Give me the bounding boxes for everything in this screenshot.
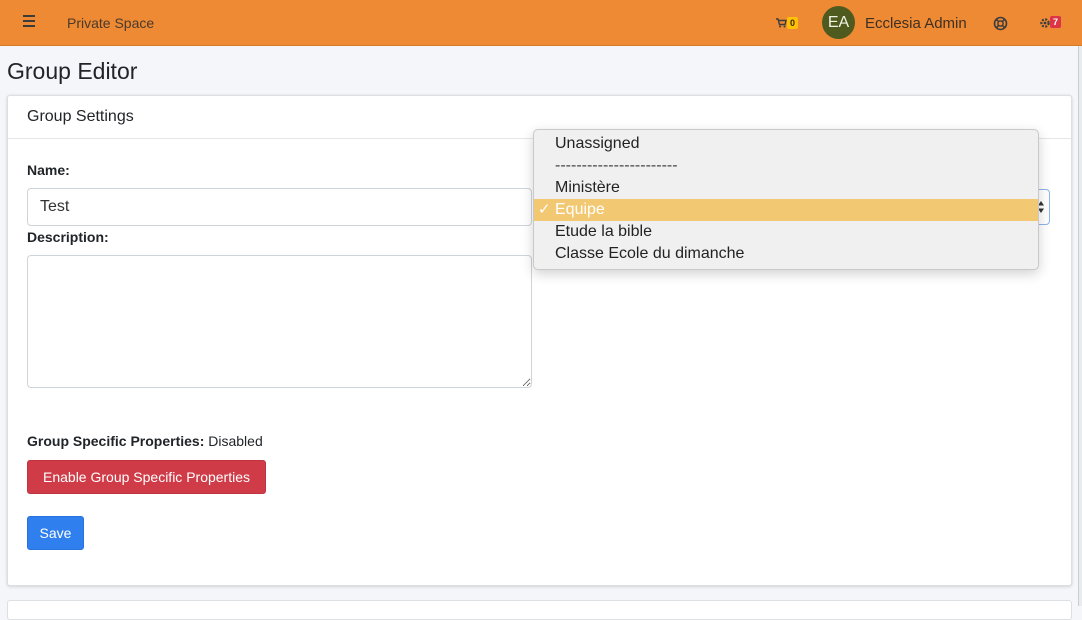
tasks-button[interactable]: 7 bbox=[1039, 15, 1069, 33]
dropdown-option-label: Equipe bbox=[555, 201, 605, 218]
cart-count-badge: 0 bbox=[787, 17, 799, 29]
dropdown-option[interactable]: Unassigned bbox=[534, 133, 1038, 155]
user-avatar[interactable]: EA bbox=[822, 6, 855, 39]
group-props-status-line: Group Specific Properties: Disabled bbox=[27, 433, 263, 449]
name-label: Name: bbox=[27, 162, 70, 178]
name-input[interactable] bbox=[27, 188, 532, 226]
enable-group-props-button[interactable]: Enable Group Specific Properties bbox=[27, 460, 266, 494]
brand-link[interactable]: Private Space bbox=[67, 15, 154, 31]
group-props-status: Disabled bbox=[208, 433, 263, 449]
page-title: Group Editor bbox=[7, 58, 138, 84]
group-type-dropdown-list: Unassigned ----------------------- Minis… bbox=[533, 129, 1039, 270]
lifebuoy-icon bbox=[993, 16, 1008, 31]
dropdown-option[interactable]: Ministère bbox=[534, 177, 1038, 199]
description-textarea[interactable] bbox=[27, 255, 532, 388]
shopping-cart-icon bbox=[776, 18, 787, 28]
help-button[interactable] bbox=[993, 16, 1008, 31]
top-navbar: Private Space 0 EA Ecclesia Admin 7 bbox=[0, 0, 1082, 46]
hamburger-icon[interactable] bbox=[20, 15, 38, 31]
group-props-label: Group Specific Properties: bbox=[27, 433, 205, 449]
dropdown-separator: ----------------------- bbox=[555, 157, 678, 174]
save-button[interactable]: Save bbox=[27, 516, 84, 550]
dropdown-option[interactable]: Etude la bible bbox=[534, 221, 1038, 243]
checkmark-icon: ✓ bbox=[538, 201, 551, 218]
adjacent-window-edge bbox=[1078, 46, 1082, 606]
dropdown-option[interactable]: Classe Ecole du dimanche bbox=[534, 243, 1038, 265]
tasks-count-badge: 7 bbox=[1050, 16, 1062, 28]
dropdown-option-selected[interactable]: ✓ Equipe bbox=[534, 199, 1038, 221]
user-name-link[interactable]: Ecclesia Admin bbox=[865, 15, 967, 32]
next-card bbox=[7, 600, 1072, 620]
description-label: Description: bbox=[27, 229, 109, 245]
